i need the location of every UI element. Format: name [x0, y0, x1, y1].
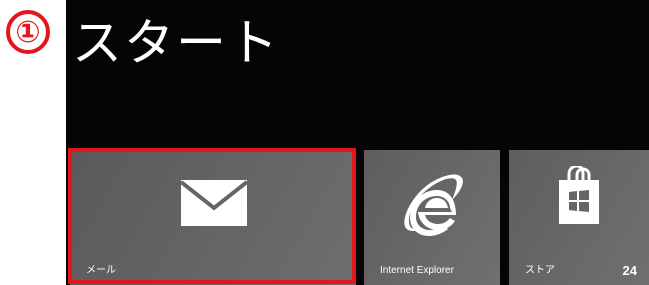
- start-screen: スタート メール Internet Explorer ストア 24: [66, 0, 649, 285]
- store-icon: [555, 164, 603, 230]
- tile-mail[interactable]: メール: [70, 150, 356, 285]
- tile-label-internet-explorer: Internet Explorer: [380, 265, 454, 276]
- tile-store[interactable]: ストア 24: [509, 150, 649, 285]
- step-number-marker: ①: [6, 10, 50, 54]
- tile-label-mail: メール: [86, 265, 116, 276]
- store-update-count-badge: 24: [622, 263, 637, 278]
- start-screen-title: スタート: [72, 14, 280, 72]
- tile-internet-explorer[interactable]: Internet Explorer: [364, 150, 500, 285]
- mail-icon: [179, 180, 249, 230]
- internet-explorer-icon: [398, 172, 466, 246]
- tile-label-store: ストア: [525, 265, 555, 276]
